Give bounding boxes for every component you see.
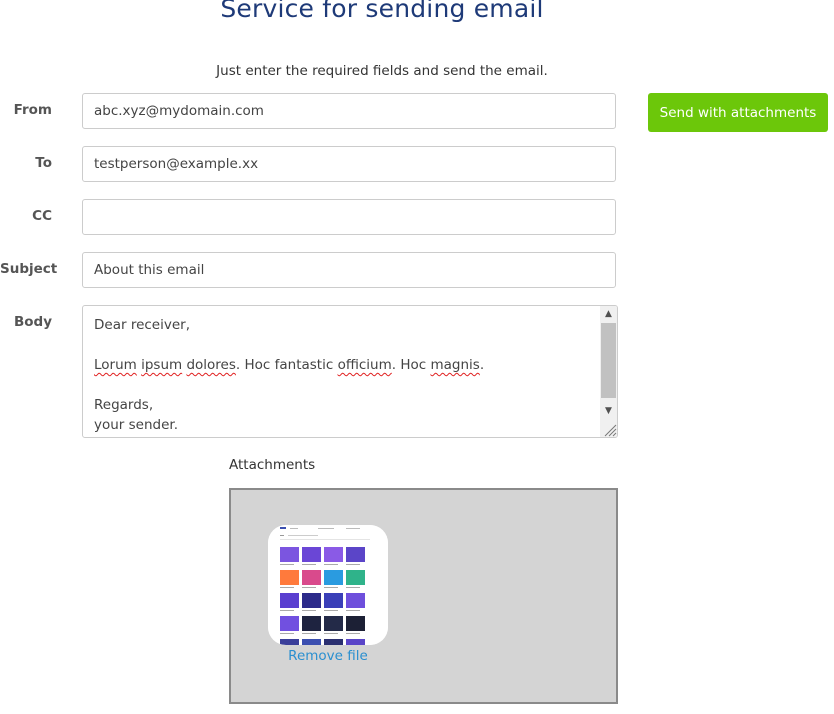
body-word: . [479,357,485,373]
body-line: Lorum ipsum dolores. Hoc fantastic offic… [94,357,484,373]
scroll-down-icon[interactable]: ▼ [600,403,617,420]
to-field[interactable]: testperson@example.xx [82,146,616,182]
body-word: . Hoc [391,357,431,373]
cc-label: CC [32,208,52,224]
scroll-up-icon[interactable]: ▲ [600,306,617,323]
body-word: Lorum [94,357,137,373]
send-with-attachments-button[interactable]: Send with attachments [648,93,828,132]
from-field[interactable]: abc.xyz@mydomain.com [82,93,616,129]
body-text: Dear receiver, Lorum ipsum dolores. Hoc … [94,315,597,435]
body-word: ipsum [141,357,183,373]
body-word: magnis [430,357,480,373]
to-label: To [35,155,52,171]
cc-field[interactable] [82,199,616,235]
body-word: . Hoc fantastic [235,357,338,373]
body-label: Body [13,314,52,330]
body-scrollbar[interactable]: ▲ ▼ [600,306,617,437]
body-regards: Regards, [94,397,154,413]
scroll-thumb[interactable] [601,323,616,398]
body-textarea[interactable]: Dear receiver, Lorum ipsum dolores. Hoc … [82,305,618,438]
body-sender: your sender. [94,417,179,433]
remove-file-link[interactable]: Remove file [268,648,388,664]
attachments-dropzone[interactable]: Remove file [229,488,618,704]
subject-label: Subject [0,261,58,277]
resize-grip-icon[interactable] [601,421,617,437]
subject-field[interactable]: About this email [82,252,616,288]
body-word: dolores [186,357,236,373]
page-subtitle: Just enter the required fields and send … [216,63,548,79]
body-word: officium [337,357,392,373]
attachments-label: Attachments [229,457,316,473]
body-greeting: Dear receiver, [94,317,190,333]
from-label: From [13,102,52,118]
page-title: Service for sending email [220,0,544,23]
attachment-preview-image [268,525,388,645]
attachment-thumbnail [268,525,388,645]
